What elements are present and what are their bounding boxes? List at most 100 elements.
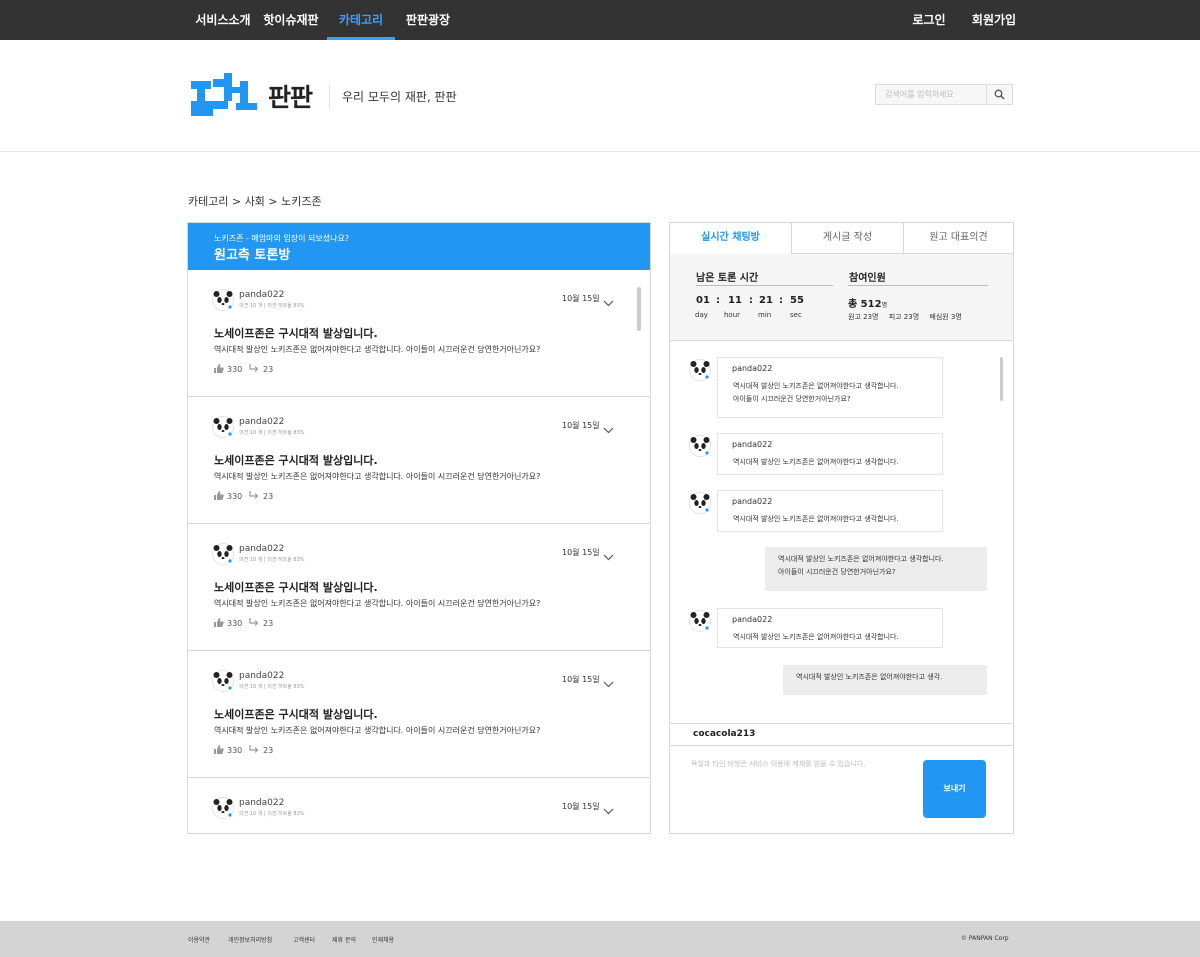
comment-button[interactable]: 23 [249, 364, 273, 375]
like-button[interactable]: 330 [214, 618, 242, 629]
avatar [212, 543, 234, 565]
unit-hour: hour [724, 311, 741, 319]
list-item[interactable]: panda022의견 10 개 | 의견 히트율 83%10월 15일노세이프존… [188, 270, 650, 397]
post-body: 역시대적 발상인 노키즈존은 없어져야한다고 생각합니다. 아이들이 시끄러운건… [214, 345, 541, 354]
nav-item-hot-issue[interactable]: 핫이슈재판 [258, 0, 324, 40]
message-input[interactable]: 욕설과 타인 비방은 서비스 이용에 제재를 받을 수 있습니다. [691, 759, 866, 769]
message-line: 역시대적 발상인 노키즈존은 없어져야한다고 생각합니다. [733, 458, 899, 466]
chevron-down-icon[interactable] [603, 419, 614, 438]
post-author: panda022 [239, 544, 285, 554]
chat-panel: 실시간 채팅방 게시글 작성 원고 대표의견 남은 토론 시간 참여인원 01 … [669, 222, 1014, 834]
copyright: © PANPAN Corp [961, 935, 1009, 942]
tab-write-post[interactable]: 게시글 작성 [791, 223, 903, 254]
chat-tabs: 실시간 채팅방 게시글 작성 원고 대표의견 [670, 223, 1013, 254]
signup-link[interactable]: 회원가입 [966, 0, 1022, 40]
post-date: 10월 15일 [562, 548, 600, 557]
timer-separator: : [749, 295, 753, 306]
logo-mark[interactable] [191, 73, 257, 116]
comment-count: 23 [263, 746, 274, 755]
nav-item-service-intro[interactable]: 서비스소개 [190, 0, 256, 40]
post-title[interactable]: 노세이프존은 구시대적 발상입니다. [214, 579, 378, 595]
tagline: 우리 모두의 재판, 판판 [342, 90, 457, 104]
avatar [212, 797, 234, 819]
post-meta: 의견 10 개 | 의견 히트율 83% [239, 430, 305, 436]
avatar [689, 359, 711, 381]
top-nav: 서비스소개 핫이슈재판 카테고리 판판광장 로그인 회원가입 [0, 0, 1200, 40]
unit-day: day [695, 311, 708, 319]
chevron-down-icon[interactable] [603, 292, 614, 311]
message-bubble: panda022 역시대적 발상인 노키즈존은 없어져야한다고 생각합니다. 아이들… [717, 357, 943, 418]
footer-link-support[interactable]: 고객센터 [293, 935, 315, 944]
post-title[interactable]: 노세이프존은 구시대적 발상입니다. [214, 706, 378, 722]
message-text: 역시대적 발상인 노키즈존은 없어져야한다고 생각합니다. [778, 555, 944, 563]
logo-text[interactable]: 판판 [268, 78, 313, 114]
message-line: 역시대적 발상인 노키즈존은 없어져야한다고 생각합니다. [733, 515, 899, 523]
avatar [212, 416, 234, 438]
search-button[interactable] [986, 85, 1012, 104]
footer-link-terms[interactable]: 이용약관 [188, 935, 210, 944]
thumbs-up-icon [214, 745, 224, 756]
comment-button[interactable]: 23 [249, 618, 273, 629]
room-subtitle: 노키즈존 - 예엄마의 입장이 되보셨나요? [214, 234, 350, 243]
like-button[interactable]: 330 [214, 491, 242, 502]
comment-button[interactable]: 23 [249, 491, 273, 502]
like-button[interactable]: 330 [214, 364, 242, 375]
nav-item-category[interactable]: 카테고리 [327, 0, 395, 40]
search-icon [994, 89, 1005, 100]
login-link[interactable]: 로그인 [904, 0, 954, 40]
post-title[interactable]: 노세이프존은 구시대적 발상입니다. [214, 452, 378, 468]
like-button[interactable]: 330 [214, 745, 242, 756]
chevron-down-icon[interactable] [603, 800, 614, 819]
timer-sec: 55 [790, 295, 804, 306]
my-message-bubble: 역시대적 발상인 노키즈존은 없어져야한다고 생각합니다. 아이들이 시끄러운건 … [765, 547, 987, 591]
unit-sec: sec [790, 311, 802, 319]
chevron-down-icon[interactable] [603, 673, 614, 692]
debate-room-panel: 노키즈존 - 예엄마의 입장이 되보셨나요? 원고측 토론방 panda022 의… [187, 222, 651, 834]
post-body: 역시대적 발상인 노키즈존은 없어져야한다고 생각합니다. 아이들이 시끄러운건… [214, 472, 541, 481]
message-author: panda022 [732, 497, 773, 506]
send-button[interactable]: 보내기 [923, 760, 986, 818]
room-header: 노키즈존 - 예엄마의 입장이 되보셨나요? 원고측 토론방 [188, 223, 650, 270]
footer-link-partnership[interactable]: 제휴 문의 [332, 935, 356, 944]
post-list: panda022 의견 10 개 | 의견 히트율 83% 10월 15일 노세이프존… [188, 270, 650, 833]
compose-area: 욕설과 타인 비방은 서비스 이용에 제재를 받을 수 있습니다. 보내기 [670, 746, 1013, 833]
list-item[interactable]: panda022의견 10 개 | 의견 히트율 83%10월 15일노세이프존… [188, 778, 650, 833]
message-author: panda022 [732, 364, 773, 373]
post-author: panda022 [239, 671, 285, 681]
like-count: 330 [227, 492, 243, 501]
list-item[interactable]: panda022의견 10 개 | 의견 히트율 83%10월 15일노세이프존… [188, 524, 650, 651]
post-title[interactable]: 노세이프존은 구시대적 발상입니다. [214, 325, 378, 341]
comment-button[interactable]: 23 [249, 745, 273, 756]
tab-plaintiff-opinion[interactable]: 원고 대표의견 [903, 223, 1013, 254]
reply-icon [249, 745, 260, 756]
chat-messages: panda022 역시대적 발상인 노키즈존은 없어져야한다고 생각합니다. 아이들… [670, 342, 1013, 723]
message-line: 역시대적 발상인 노키즈존은 없어져야한다고 생각합니다. [733, 633, 899, 641]
nav-item-plaza[interactable]: 판판광장 [397, 0, 459, 40]
list-item[interactable]: panda022의견 10 개 | 의견 히트율 83%10월 15일노세이프존… [188, 651, 650, 778]
chat-message: panda022 역시대적 발상인 노키즈존은 없어져야한다고 생각합니다. [689, 490, 943, 532]
avatar [212, 289, 234, 311]
current-user: cocacola213 [670, 723, 1013, 746]
comment-count: 23 [263, 492, 274, 501]
post-body: 역시대적 발상인 노키즈존은 없어져야한다고 생각합니다. 아이들이 시끄러운건… [214, 726, 541, 735]
chat-message: panda022 역시대적 발상인 노키즈존은 없어져야한다고 생각합니다. 아이들… [689, 357, 943, 418]
reply-icon [249, 618, 260, 629]
post-list-scrollbar[interactable] [637, 287, 641, 331]
message-bubble: panda022 역시대적 발상인 노키즈존은 없어져야한다고 생각합니다. [717, 490, 943, 532]
tab-live-chat[interactable]: 실시간 채팅방 [670, 223, 791, 254]
participants-label: 참여인원 [849, 273, 886, 284]
footer-link-privacy[interactable]: 개인정보처리방침 [228, 935, 272, 944]
post-date: 10월 15일 [562, 421, 600, 430]
footer-link-careers[interactable]: 인재채용 [372, 935, 394, 944]
chevron-down-icon[interactable] [603, 546, 614, 565]
message-text: 역시대적 발상인 노키즈존은 없어져야한다고 생각합니다. [733, 631, 899, 644]
timer-day: 01 [696, 295, 710, 306]
list-item[interactable]: panda022 의견 10 개 | 의견 히트율 83% 10월 15일노세이프존… [188, 397, 650, 524]
search-input[interactable] [876, 85, 988, 104]
chat-scrollbar[interactable] [1000, 357, 1003, 401]
post-author: panda022 [239, 417, 285, 427]
participants-total-value: 총 512 [848, 299, 882, 310]
message-bubble: panda022 역시대적 발상인 노키즈존은 없어져야한다고 생각합니다. [717, 433, 943, 475]
message-text: 역시대적 발상인 노키즈존은 없어져야한다고 생각합니다. [733, 513, 899, 526]
avatar [689, 610, 711, 632]
